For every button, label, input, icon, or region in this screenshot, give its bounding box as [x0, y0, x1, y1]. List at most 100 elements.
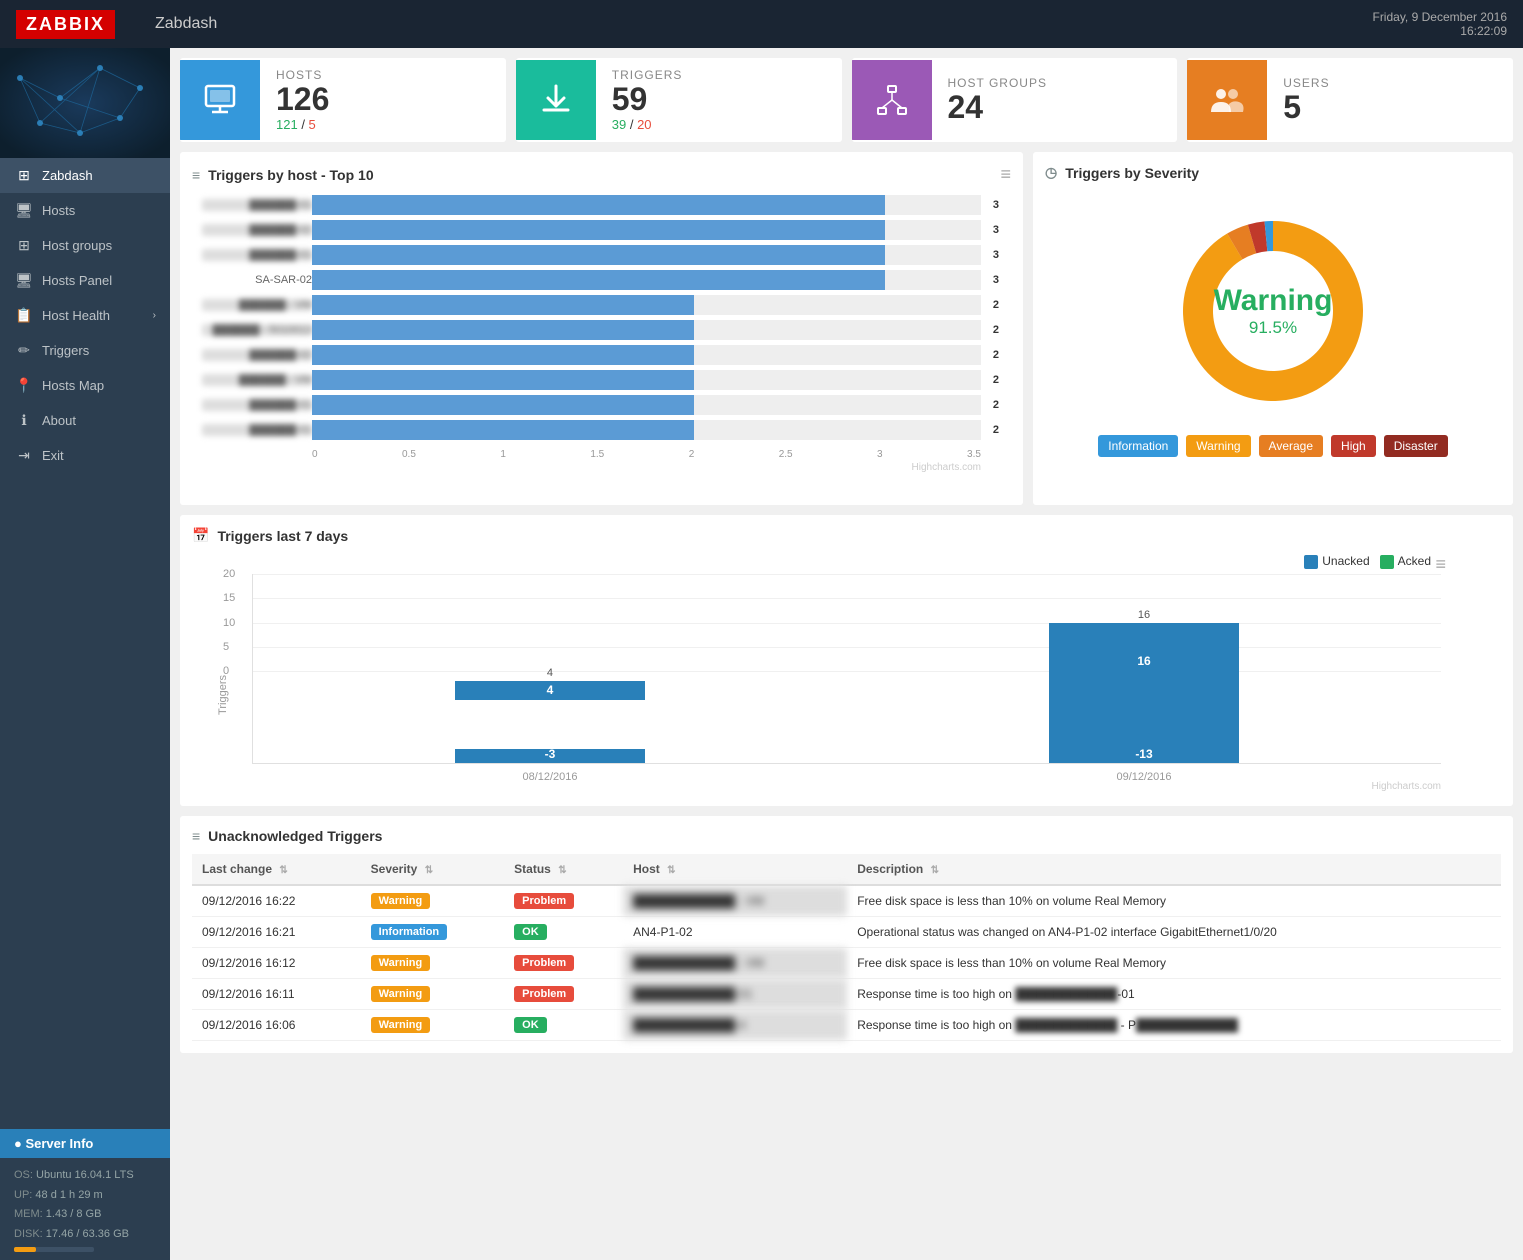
sidebar-item-host-groups[interactable]: ⊞ Host groups	[0, 228, 170, 263]
bar-row: SA-SAR-023	[312, 270, 981, 290]
users-stat-value: 5	[1283, 90, 1329, 125]
up-value: 48 d 1 h 29 m	[35, 1189, 102, 1201]
bar-chart: ██████-013██████-023██████-013SA-SAR-023…	[192, 195, 1011, 493]
legend-average[interactable]: Average	[1259, 435, 1323, 457]
sidebar-item-hosts-panel[interactable]: 🖥 Hosts Panel	[0, 263, 170, 298]
chart-menu-icon-7days[interactable]: ≡	[1435, 554, 1446, 575]
triggers-by-severity-panel: ◷ Triggers by Severity Warning 91.5%	[1033, 152, 1513, 505]
sidebar-item-exit[interactable]: ⇥ Exit	[0, 438, 170, 473]
hosts-stat-icon	[180, 60, 260, 140]
col-severity[interactable]: Severity ⇅	[361, 854, 505, 885]
bar-label: ██████ - 5010013	[202, 324, 312, 336]
col-status[interactable]: Status ⇅	[504, 854, 623, 885]
triggers-7days-chart: UnackedAckedTriggers2015105044-308/12/20…	[192, 554, 1501, 794]
disk-value: 17.46 / 63.36 GB	[46, 1228, 129, 1240]
sidebar-item-hosts[interactable]: 🖥 Hosts	[0, 193, 170, 228]
bar-value-label: 2	[993, 320, 999, 340]
bar-track: 2	[312, 295, 981, 315]
expand-icon: ›	[153, 310, 156, 321]
sidebar-item-about[interactable]: ℹ About	[0, 403, 170, 438]
host-groups-stat-label: HOST GROUPS	[948, 76, 1047, 90]
trigger-bar-negative: -3	[455, 749, 645, 764]
y-axis-title: Triggers	[217, 675, 229, 715]
chart-menu-icon[interactable]: ≡	[1000, 164, 1011, 185]
table-row: 09/12/2016 16:11WarningProblem██████████…	[192, 979, 1501, 1010]
bar-track: 2	[312, 420, 981, 440]
legend-warning[interactable]: Warning	[1186, 435, 1250, 457]
bar-label: ██████-01	[202, 199, 312, 211]
stat-triggers: TRIGGERS 59 39 / 20	[516, 58, 842, 142]
cell-severity: Warning	[361, 1010, 505, 1041]
sidebar-item-zabdash[interactable]: ⊞ Zabdash	[0, 158, 170, 193]
severity-badge: Information	[371, 924, 448, 940]
host-health-icon: 📋	[14, 307, 34, 324]
table-row: 09/12/2016 16:22WarningProblem██████████…	[192, 885, 1501, 917]
cell-severity: Warning	[361, 948, 505, 979]
sidebar-item-label: Zabdash	[42, 168, 93, 183]
pie-icon: ◷	[1045, 164, 1057, 181]
host-groups-icon: ⊞	[14, 237, 34, 254]
bar-row: ██████-013	[312, 195, 981, 215]
cell-host: ████████████ - VM	[623, 885, 847, 917]
hosts-icon: 🖥	[14, 202, 34, 219]
table-row: 09/12/2016 16:06WarningOK████████████-4R…	[192, 1010, 1501, 1041]
users-stat-info: USERS 5	[1267, 66, 1345, 135]
sidebar-item-triggers[interactable]: ✏ Triggers	[0, 333, 170, 368]
triggers-stat-value: 59	[612, 82, 683, 117]
legend-information[interactable]: Information	[1098, 435, 1178, 457]
stat-host-groups: HOST GROUPS 24	[852, 58, 1178, 142]
bar-row: ██████-023	[312, 220, 981, 240]
highcharts-credit-7days: Highcharts.com	[1372, 781, 1441, 792]
exit-icon: ⇥	[14, 447, 34, 464]
calendar-icon: 📅	[192, 527, 209, 544]
cell-last-change: 09/12/2016 16:11	[192, 979, 361, 1010]
bar-value-label: 2	[993, 395, 999, 415]
sidebar-item-hosts-map[interactable]: 📍 Hosts Map	[0, 368, 170, 403]
hosts-stat-info: HOSTS 126 121 / 5	[260, 58, 345, 142]
bar-fill	[312, 245, 885, 265]
host-groups-stat-info: HOST GROUPS 24	[932, 66, 1063, 135]
table-row: 09/12/2016 16:12WarningProblem██████████…	[192, 948, 1501, 979]
cell-status: OK	[504, 917, 623, 948]
bar-label: ██████ - VM	[202, 299, 312, 311]
bar-track: 2	[312, 320, 981, 340]
sidebar-item-label: Host Health	[42, 308, 110, 323]
col-host[interactable]: Host ⇅	[623, 854, 847, 885]
legend-disaster[interactable]: Disaster	[1384, 435, 1448, 457]
bar-label: ██████-01	[202, 399, 312, 411]
bar-above-label: 4	[455, 667, 645, 679]
y-axis-label: 15	[223, 592, 235, 604]
cell-severity: Warning	[361, 885, 505, 917]
charts-row: ≡ Triggers by host - Top 10 ≡ ██████-013…	[180, 152, 1513, 505]
bar-track: 3	[312, 220, 981, 240]
trigger-bar-negative: -13	[1049, 700, 1239, 763]
sort-icon: ⇅	[931, 865, 939, 876]
bar-track: 2	[312, 395, 981, 415]
stat-users: USERS 5	[1187, 58, 1513, 142]
sort-icon: ⇅	[667, 865, 675, 876]
sidebar-item-host-health[interactable]: 📋 Host Health ›	[0, 298, 170, 333]
bar-value-label: 3	[993, 195, 999, 215]
unacknowledged-triggers-panel: ≡ Unacknowledged Triggers Last change ⇅ …	[180, 816, 1513, 1053]
bar-fill	[312, 220, 885, 240]
bar-label: ██████-02	[202, 349, 312, 361]
cell-status: Problem	[504, 948, 623, 979]
list-icon-2: ≡	[192, 828, 200, 844]
cell-description: Operational status was changed on AN4-P1…	[847, 917, 1501, 948]
col-description[interactable]: Description ⇅	[847, 854, 1501, 885]
hosts-stat-sub: 121 / 5	[276, 117, 329, 132]
bar-fill	[312, 270, 885, 290]
bar-row: ██████-022	[312, 345, 981, 365]
bar-track: 2	[312, 370, 981, 390]
server-info-button[interactable]: ● Server Info	[0, 1129, 170, 1158]
legend-high[interactable]: High	[1331, 435, 1376, 457]
cell-severity: Information	[361, 917, 505, 948]
sort-icon: ⇅	[425, 865, 433, 876]
stat-hosts: HOSTS 126 121 / 5	[180, 58, 506, 142]
cell-status: Problem	[504, 885, 623, 917]
bar-fill	[312, 395, 694, 415]
col-last-change[interactable]: Last change ⇅	[192, 854, 361, 885]
list-icon: ≡	[192, 167, 200, 183]
bar-value-label: 3	[993, 245, 999, 265]
cell-description: Response time is too high on ███████████…	[847, 1010, 1501, 1041]
